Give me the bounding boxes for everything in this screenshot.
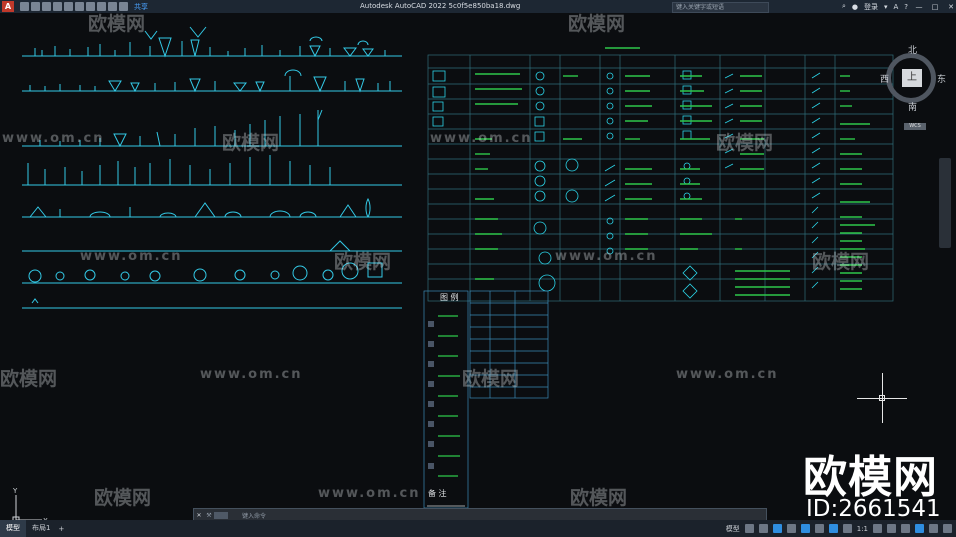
watermark-brand: 欧模网: [88, 13, 146, 35]
isolate-icon[interactable]: [901, 524, 910, 533]
maximize-button[interactable]: □: [930, 3, 940, 11]
undo-icon[interactable]: [75, 2, 84, 11]
new-icon[interactable]: [20, 2, 29, 11]
ortho-icon[interactable]: [772, 524, 782, 533]
model-space-label[interactable]: 模型: [726, 524, 740, 534]
tab-layout1[interactable]: 布局1: [26, 520, 56, 537]
help-icon[interactable]: ?: [904, 3, 908, 11]
watermark-brand: 欧模网: [812, 251, 870, 273]
command-history-icon[interactable]: [214, 511, 228, 519]
dropdown-icon[interactable]: [119, 2, 128, 11]
snap-icon[interactable]: [758, 524, 768, 533]
watermark-brand: 欧模网: [462, 368, 520, 390]
legend-title: 图 例: [440, 293, 459, 302]
watermark-brand: 欧模网: [94, 487, 152, 509]
viewcube-south[interactable]: 南: [908, 100, 917, 113]
status-bar: 模型 布局1 + 模型 1:1: [0, 520, 956, 537]
status-toggles: 模型 1:1: [726, 520, 952, 537]
user-icon[interactable]: ●: [852, 3, 858, 11]
watermark-brand: 欧模网: [334, 251, 392, 273]
command-input[interactable]: 键入命令: [242, 511, 266, 520]
viewcube-east[interactable]: 东: [937, 72, 946, 85]
share-button[interactable]: 共享: [134, 2, 148, 12]
gear-icon[interactable]: [873, 524, 882, 533]
watermark-brand: 欧模网: [570, 487, 628, 509]
autocad-logo-icon[interactable]: A: [2, 1, 14, 12]
search-icon[interactable]: ⌕: [842, 2, 846, 11]
otrack-icon[interactable]: [814, 524, 824, 533]
add-layout-button[interactable]: +: [58, 525, 64, 533]
hardware-acceleration-icon[interactable]: [915, 524, 924, 533]
drawing-canvas[interactable]: 图 例 备 注 欧模网 欧模网 www.om.cn 欧模网 www.om.cn …: [0, 13, 956, 520]
title-right-controls: ⌕ ● 登录 ▾ A ? — □ ✕: [842, 0, 956, 13]
scale-label[interactable]: 1:1: [857, 525, 868, 533]
watermark-brand: 欧模网: [568, 13, 626, 35]
viewcube-top-face[interactable]: 上: [902, 69, 922, 87]
title-bar: A 共享 Autodesk AutoCAD 2022 5c0f5e850ba18…: [0, 0, 956, 13]
watermark-url: www.om.cn: [676, 367, 779, 382]
minimize-button[interactable]: —: [914, 3, 924, 11]
navigation-bar[interactable]: [939, 158, 951, 248]
watermark-url: www.om.cn: [80, 249, 183, 264]
clean-screen-icon[interactable]: [929, 524, 938, 533]
print-icon[interactable]: [64, 2, 73, 11]
grid-icon[interactable]: [744, 524, 754, 533]
model-id: ID:2661541: [806, 496, 941, 520]
save-as-icon[interactable]: [53, 2, 62, 11]
watermark-url: www.om.cn: [555, 249, 658, 264]
wcs-menu[interactable]: WCS: [904, 123, 926, 130]
plus-icon[interactable]: [887, 524, 896, 533]
watermark-url: www.om.cn: [200, 367, 303, 382]
watermark-brand: 欧模网: [222, 132, 280, 154]
ucs-icon: Y X: [12, 487, 48, 520]
quick-access-toolbar: [20, 2, 128, 11]
viewcube-north[interactable]: 北: [908, 43, 917, 56]
viewcube[interactable]: 上 北 南 西 东 WCS: [880, 43, 948, 130]
plot-icon[interactable]: [97, 2, 106, 11]
workspace-icon[interactable]: [108, 2, 117, 11]
crosshair-pickbox: [879, 395, 885, 401]
watermark-brand: 欧模网: [0, 368, 58, 390]
redo-icon[interactable]: [86, 2, 95, 11]
polar-icon[interactable]: [786, 524, 796, 533]
viewcube-west[interactable]: 西: [880, 72, 889, 85]
annotation-icon[interactable]: [842, 524, 852, 533]
notes-title: 备 注: [428, 489, 447, 498]
open-icon[interactable]: [31, 2, 40, 11]
watermark-url: www.om.cn: [430, 131, 533, 146]
window-title: Autodesk AutoCAD 2022 5c0f5e850ba18.dwg: [360, 2, 521, 10]
search-input[interactable]: 键入关键字或短语: [672, 2, 769, 13]
osnap-icon[interactable]: [800, 524, 810, 533]
save-icon[interactable]: [42, 2, 51, 11]
a360-icon[interactable]: A: [893, 3, 898, 11]
cart-icon[interactable]: ▾: [884, 3, 888, 11]
lineweight-icon[interactable]: [828, 524, 838, 533]
close-command-icon[interactable]: ✕: [194, 512, 204, 519]
watermark-url: www.om.cn: [318, 486, 421, 501]
watermark-brand: 欧模网: [716, 132, 774, 154]
login-button[interactable]: 登录: [864, 2, 878, 12]
watermark-url: www.om.cn: [2, 131, 105, 146]
close-button[interactable]: ✕: [946, 3, 956, 11]
customization-icon[interactable]: [943, 524, 952, 533]
tab-model[interactable]: 模型: [0, 520, 26, 537]
wrench-icon[interactable]: ⚒: [204, 512, 214, 519]
svg-text:Y: Y: [12, 487, 18, 495]
